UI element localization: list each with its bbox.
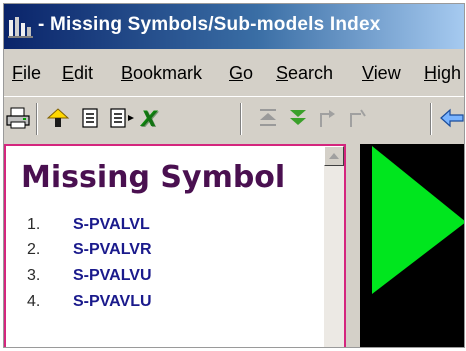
item-number: 2. <box>27 241 41 258</box>
item-number: 1. <box>27 216 41 233</box>
menu-high[interactable]: High <box>424 63 461 84</box>
menu-bookmark[interactable]: Bookmark <box>121 63 202 84</box>
symbol-link[interactable]: S-PVALVL <box>73 216 150 233</box>
menu-search[interactable]: Search <box>276 63 333 84</box>
home-icon[interactable] <box>44 104 72 132</box>
toolbar-separator <box>36 103 38 135</box>
list-item: 2. S-PVALVR <box>27 241 152 259</box>
step-down-icon[interactable] <box>344 104 372 132</box>
index-pane: Missing Symbol 1. S-PVALVL 2. S-PVALVR 3. S… <box>4 144 346 347</box>
window-title: - Missing Symbols/Sub-models Index <box>38 14 381 35</box>
svg-text:X: X <box>140 108 160 130</box>
list-item: 3. S-PVALVU <box>27 267 152 285</box>
menu-go[interactable]: Go <box>229 63 253 84</box>
excel-icon[interactable]: X X <box>138 104 166 132</box>
item-number: 4. <box>27 293 41 310</box>
step-up-icon[interactable] <box>314 104 342 132</box>
menu-view[interactable]: View <box>362 63 401 84</box>
vertical-scrollbar[interactable] <box>324 146 344 347</box>
up-arrow-icon[interactable] <box>254 104 282 132</box>
page-forward-icon[interactable] <box>108 104 136 132</box>
item-number: 3. <box>27 267 41 284</box>
toolbar: X X <box>4 96 464 141</box>
down-arrow-icon[interactable] <box>284 104 312 132</box>
scroll-up-button[interactable] <box>324 146 344 166</box>
symbol-link[interactable]: S-PVAVLU <box>73 293 152 310</box>
list-item: 4. S-PVAVLU <box>27 293 152 311</box>
preview-canvas <box>372 146 464 294</box>
menu-bar: File Edit Bookmark Go Search View High <box>4 54 464 92</box>
symbol-preview-pane <box>360 144 464 347</box>
title-bar[interactable]: - Missing Symbols/Sub-models Index <box>4 4 464 49</box>
menu-file[interactable]: File <box>12 63 41 84</box>
application-window: - Missing Symbols/Sub-models Index File … <box>3 3 465 348</box>
model-viewer-app-icon <box>8 15 34 39</box>
page-title: Missing Symbol <box>21 160 286 195</box>
toolbar-separator <box>430 103 432 135</box>
list-item: 1. S-PVALVL <box>27 216 150 234</box>
chevron-up-icon <box>329 153 339 159</box>
print-icon[interactable] <box>4 104 32 132</box>
toolbar-separator <box>240 103 242 135</box>
symbol-link[interactable]: S-PVALVR <box>73 241 152 258</box>
symbol-link[interactable]: S-PVALVU <box>73 267 152 284</box>
green-triangle-shape <box>372 146 464 294</box>
pane-splitter[interactable] <box>346 144 360 347</box>
menu-edit[interactable]: Edit <box>62 63 93 84</box>
back-arrow-icon[interactable] <box>438 104 464 132</box>
page-icon[interactable] <box>76 104 104 132</box>
